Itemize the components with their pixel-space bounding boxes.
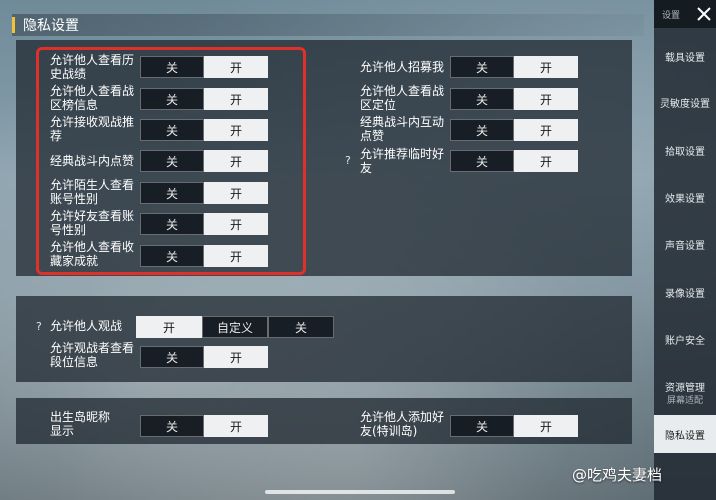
title-bar: 隐私设置 bbox=[12, 14, 644, 36]
toggle-spectate: 开 自定义 关 bbox=[136, 316, 334, 338]
help-icon[interactable]: ? bbox=[345, 154, 351, 167]
sidebar-item-privacy[interactable]: 隐私设置 bbox=[654, 415, 716, 453]
toggle-off-button[interactable]: 关 bbox=[450, 415, 514, 437]
row-label-add-friend-training: 允许他人添加好友(特训岛) bbox=[360, 410, 445, 438]
row-label-region-position: 允许他人查看战区定位 bbox=[360, 84, 445, 112]
settings-sidebar: 设置 载具设置 灵敏度设置 拾取设置 效果设置 声音设置 录像设置 账户安全 资… bbox=[654, 0, 716, 500]
sidebar-item-recording[interactable]: 录像设置 bbox=[654, 272, 716, 312]
sidebar-footer-label: 屏幕适配 bbox=[666, 395, 703, 406]
toggle-spawn-nickname: 关 开 bbox=[140, 415, 268, 437]
toggle-on-button[interactable]: 开 bbox=[204, 346, 268, 368]
toggle-off-button[interactable]: 关 bbox=[140, 346, 204, 368]
toggle-on-button[interactable]: 开 bbox=[514, 119, 578, 141]
sidebar-header: 设置 bbox=[654, 0, 716, 28]
row-label-spectate: 允许他人观战 bbox=[50, 319, 123, 333]
toggle-recruit: 关 开 bbox=[450, 56, 578, 78]
sidebar-item-pickup[interactable]: 拾取设置 bbox=[654, 130, 716, 170]
toggle-on-button[interactable]: 开 bbox=[514, 150, 578, 172]
toggle-interact-like: 关 开 bbox=[450, 119, 578, 141]
row-label-spectator-rank: 允许观战者查看段位信息 bbox=[50, 341, 135, 369]
sidebar-item-account-security[interactable]: 账户安全 bbox=[654, 319, 716, 359]
help-icon[interactable]: ? bbox=[36, 320, 42, 333]
highlight-box bbox=[36, 47, 306, 275]
toggle-add-friend-training: 关 开 bbox=[450, 415, 578, 437]
watermark: @吃鸡夫妻档 bbox=[572, 466, 663, 484]
toggle-off-button[interactable]: 关 bbox=[268, 316, 334, 338]
toggle-custom-button[interactable]: 自定义 bbox=[202, 316, 268, 338]
toggle-region-position: 关 开 bbox=[450, 88, 578, 110]
sidebar-item-vehicle[interactable]: 载具设置 bbox=[654, 36, 716, 76]
toggle-on-button[interactable]: 开 bbox=[514, 88, 578, 110]
toggle-on-button[interactable]: 开 bbox=[204, 415, 268, 437]
row-label-interact-like: 经典战斗内互动点赞 bbox=[360, 115, 445, 143]
toggle-off-button[interactable]: 关 bbox=[450, 88, 514, 110]
toggle-off-button[interactable]: 关 bbox=[450, 119, 514, 141]
toggle-off-button[interactable]: 关 bbox=[450, 150, 514, 172]
title-accent bbox=[12, 17, 15, 33]
spectate-panel bbox=[16, 296, 632, 382]
toggle-temp-friend: 关 开 bbox=[450, 150, 578, 172]
sidebar-header-label: 设置 bbox=[662, 10, 681, 21]
toggle-on-button[interactable]: 开 bbox=[136, 316, 202, 338]
toggle-on-button[interactable]: 开 bbox=[514, 56, 578, 78]
row-label-temp-friend: 允许推荐临时好友 bbox=[360, 147, 445, 175]
home-indicator bbox=[265, 490, 455, 494]
page-title: 隐私设置 bbox=[23, 18, 79, 34]
row-label-recruit: 允许他人招募我 bbox=[360, 60, 445, 74]
toggle-spectator-rank: 关 开 bbox=[140, 346, 268, 368]
close-icon[interactable] bbox=[696, 6, 712, 22]
sidebar-item-effects[interactable]: 效果设置 bbox=[654, 177, 716, 217]
toggle-on-button[interactable]: 开 bbox=[514, 415, 578, 437]
sidebar-item-sound[interactable]: 声音设置 bbox=[654, 224, 716, 264]
toggle-off-button[interactable]: 关 bbox=[140, 415, 204, 437]
sidebar-item-sensitivity[interactable]: 灵敏度设置 bbox=[654, 82, 716, 122]
toggle-off-button[interactable]: 关 bbox=[450, 56, 514, 78]
row-label-spawn-nickname: 出生岛昵称显示 bbox=[50, 410, 111, 438]
